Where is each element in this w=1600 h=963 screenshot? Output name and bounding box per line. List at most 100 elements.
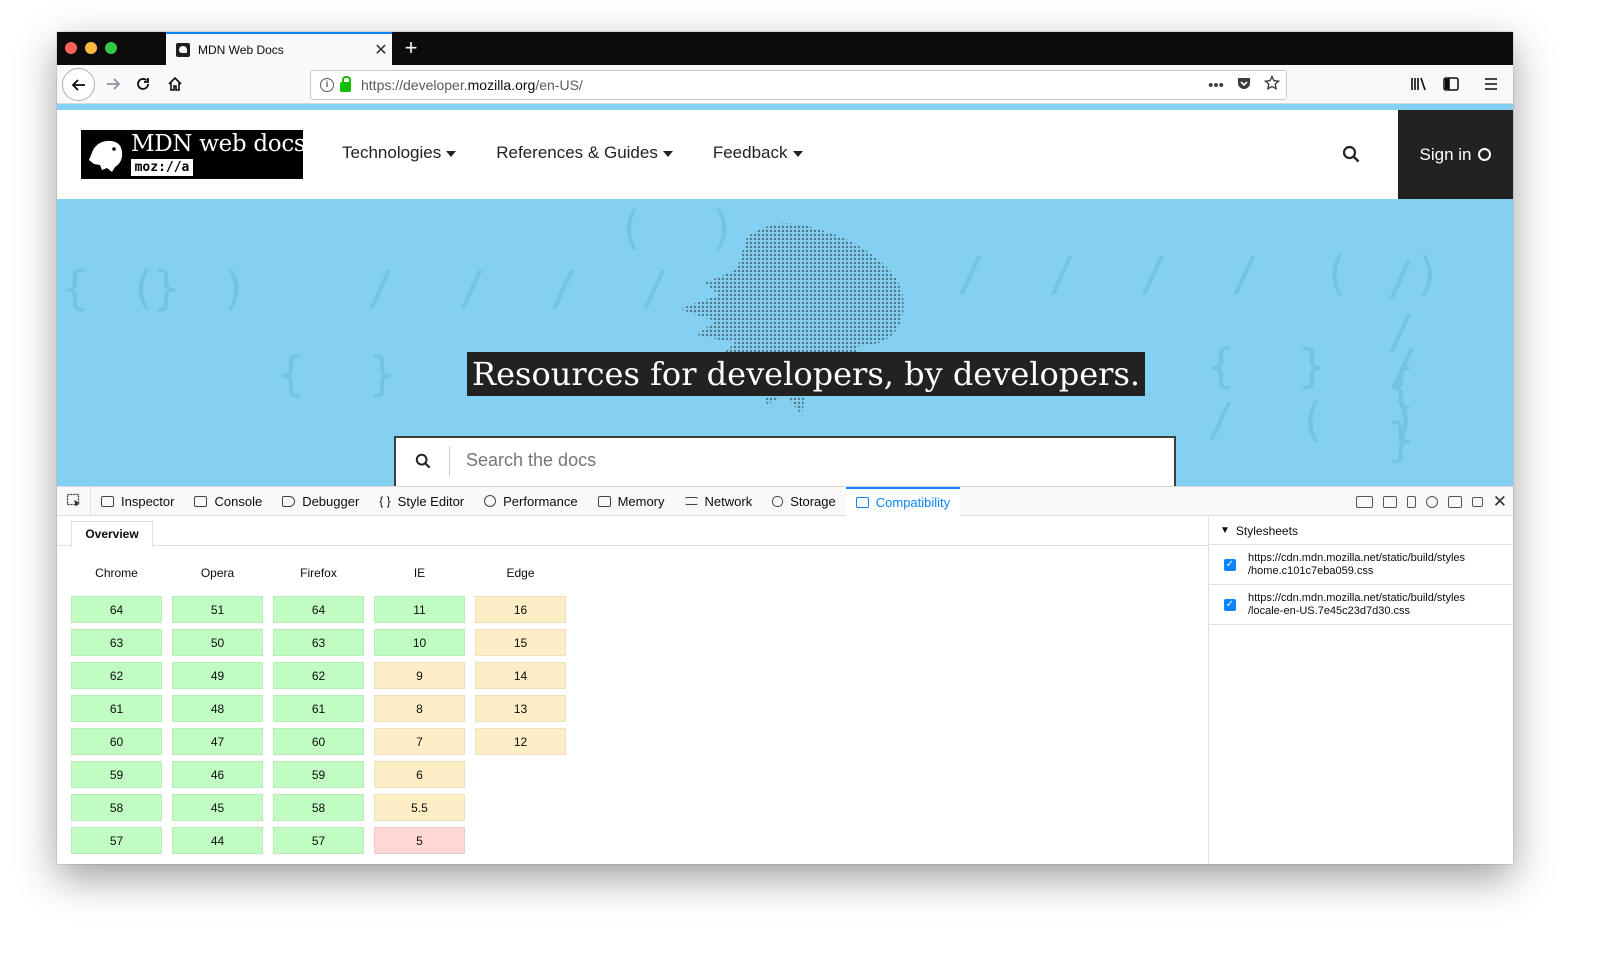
version-cell[interactable]: 47 [172,728,263,755]
tab-compatibility[interactable]: Compatibility [845,486,961,516]
version-cell[interactable]: 5 [374,827,465,854]
stylesheet-url-line2: /home.c101c7eba059.css [1248,564,1374,577]
nav-feedback[interactable]: Feedback [713,143,803,163]
close-devtools-icon[interactable]: ✕ [1493,493,1507,510]
version-cell[interactable]: 59 [71,761,162,788]
version-cell[interactable]: 8 [374,695,465,722]
tab-memory[interactable]: Memory [588,487,675,516]
browser-tab[interactable]: MDN Web Docs ✕ [166,32,392,65]
docs-search-input[interactable] [466,450,1066,471]
compatibility-overview: Overview Chrome 64 63 62 61 60 59 58 57 Opera 51 50… [57,517,1209,864]
version-cell[interactable]: 5.5 [374,794,465,821]
version-cell[interactable]: 63 [273,629,364,656]
tab-debugger[interactable]: Debugger [272,487,369,516]
nav-technologies-label: Technologies [342,143,442,162]
version-cell[interactable]: 57 [71,827,162,854]
url-prefix: https://developer. [361,77,468,93]
version-cell[interactable]: 64 [273,596,364,623]
pocket-icon[interactable] [1230,75,1258,95]
devtools-panel: Inspector Console Debugger { } Style Edit… [57,486,1513,864]
url-text[interactable]: https://developer.mozilla.org/en-US/ [361,77,1202,93]
version-cell[interactable]: 58 [273,794,364,821]
bookmark-star-icon[interactable] [1258,74,1286,95]
version-cell[interactable]: 46 [172,761,263,788]
dock-side-icon[interactable] [1447,495,1462,508]
docs-search-box[interactable] [394,436,1176,486]
version-cell[interactable]: 16 [475,596,566,623]
nav-technologies[interactable]: Technologies [342,143,457,163]
page-actions-icon[interactable]: ••• [1202,77,1230,94]
version-cell[interactable]: 13 [475,695,566,722]
lock-icon[interactable] [340,76,351,92]
tab-title: MDN Web Docs [198,42,284,57]
version-cell[interactable]: 12 [475,728,566,755]
network-icon [684,497,698,505]
separate-window-icon[interactable] [1471,496,1483,507]
element-picker-button[interactable] [57,486,91,516]
stylesheet-item[interactable]: ✓ https://cdn.mdn.mozilla.net/static/bui… [1210,545,1513,585]
version-cell[interactable]: 49 [172,662,263,689]
version-cell[interactable]: 58 [71,794,162,821]
version-cell[interactable]: 6 [374,761,465,788]
stylesheet-checkbox[interactable]: ✓ [1224,558,1236,571]
back-button[interactable] [62,68,95,101]
library-button[interactable] [1405,70,1433,98]
tab-performance[interactable]: Performance [474,487,587,516]
split-console-icon[interactable] [1382,495,1397,508]
split-layout-icon[interactable] [1355,495,1373,508]
tab-network[interactable]: Network [675,487,763,516]
forward-button[interactable] [99,70,127,98]
version-cell[interactable]: 7 [374,728,465,755]
search-icon[interactable] [396,446,450,476]
stylesheet-item[interactable]: ✓ https://cdn.mdn.mozilla.net/static/bui… [1210,585,1513,625]
version-cell[interactable]: 64 [71,596,162,623]
version-cell[interactable]: 61 [273,695,364,722]
stylesheet-checkbox[interactable]: ✓ [1224,598,1236,611]
version-cell[interactable]: 45 [172,794,263,821]
mdn-logo[interactable]: MDN web docs moz://a [81,130,306,179]
zoom-window-button[interactable] [105,42,117,54]
version-cell[interactable]: 14 [475,662,566,689]
version-cell[interactable]: 15 [475,629,566,656]
tab-console[interactable]: Console [184,487,272,516]
version-cell[interactable]: 50 [172,629,263,656]
version-cell[interactable]: 11 [374,596,465,623]
version-cell[interactable]: 44 [172,827,263,854]
info-icon[interactable]: i [320,78,334,92]
search-icon[interactable] [1342,145,1360,163]
menu-button[interactable] [1477,70,1505,98]
reload-button[interactable] [129,70,157,98]
url-bar[interactable]: i https://developer.mozilla.org/en-US/ •… [310,70,1287,100]
close-window-button[interactable] [65,42,77,54]
nav-references-guides[interactable]: References & Guides [496,143,673,163]
dinosaur-icon [89,140,123,172]
home-button[interactable] [161,70,189,98]
version-cell[interactable]: 51 [172,596,263,623]
sidebar-toggle-button[interactable] [1437,70,1465,98]
version-cell[interactable]: 62 [273,662,364,689]
version-cell[interactable]: 60 [71,728,162,755]
minimize-window-button[interactable] [85,42,97,54]
tab-inspector[interactable]: Inspector [91,487,184,516]
nav-references-label: References & Guides [496,143,658,162]
version-cell[interactable]: 61 [71,695,162,722]
stylesheets-header[interactable]: ▼ Stylesheets [1210,517,1513,545]
version-cell[interactable]: 48 [172,695,263,722]
version-cell[interactable]: 59 [273,761,364,788]
new-tab-button[interactable]: + [399,35,423,61]
hamburger-icon [1485,78,1497,90]
disclosure-triangle-icon[interactable]: ▼ [1220,525,1230,536]
version-cell[interactable]: 62 [71,662,162,689]
tab-storage[interactable]: Storage [762,487,846,516]
gear-icon[interactable] [1425,495,1438,508]
tab-overview[interactable]: Overview [71,521,153,547]
tab-style-editor[interactable]: { } Style Editor [369,487,474,516]
version-cell[interactable]: 60 [273,728,364,755]
sign-in-button[interactable]: Sign in [1398,110,1513,199]
version-cell[interactable]: 10 [374,629,465,656]
version-cell[interactable]: 9 [374,662,465,689]
responsive-design-icon[interactable] [1406,495,1416,508]
close-tab-icon[interactable]: ✕ [370,40,392,60]
version-cell[interactable]: 57 [273,827,364,854]
version-cell[interactable]: 63 [71,629,162,656]
